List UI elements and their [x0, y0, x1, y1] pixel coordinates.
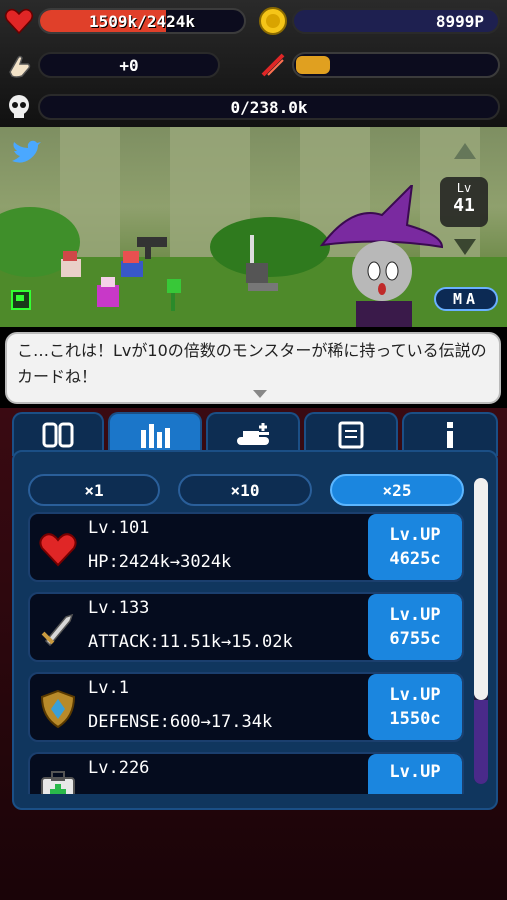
upgrade-stat: ATTACK:11.51k→15.02k	[88, 632, 293, 652]
level-up-button[interactable]: Lv.UP	[368, 754, 462, 794]
tap-power-display: +0	[38, 52, 220, 78]
tank-tab-icon	[237, 423, 269, 445]
stage-level-badge[interactable]: Lv 41	[440, 177, 488, 227]
enemy-monster[interactable]	[236, 235, 286, 295]
coin-counter: 8999P	[292, 8, 500, 34]
first-aid-kit-icon	[41, 771, 75, 794]
heart-icon	[39, 533, 77, 567]
battle-scene[interactable]: Lv 41 MA	[0, 127, 507, 327]
multiplier-x10-button[interactable]: ×10	[178, 474, 312, 506]
pointing-hand-icon	[9, 55, 31, 78]
stage-level-label: Lv	[456, 181, 472, 195]
upgrade-level: Lv.1	[88, 678, 129, 698]
boss-counter: 0/238.0k	[38, 94, 500, 120]
heart-icon	[4, 8, 34, 35]
upgrade-list-scrollbar[interactable]	[474, 478, 488, 784]
dialog-next-arrow-icon	[253, 390, 267, 398]
book-tab-icon	[338, 421, 364, 449]
level-down-arrow-icon[interactable]	[452, 237, 478, 257]
cards-tab-icon	[42, 422, 74, 448]
upgrade-level: Lv.101	[88, 518, 150, 538]
upgrade-row-attack: Lv.133 ATTACK:11.51k→15.02k Lv.UP 6755c	[28, 592, 464, 662]
level-up-label: Lv.UP	[389, 685, 441, 705]
hp-bar: 1509k/2424k	[38, 8, 246, 34]
level-up-cost: 6755c	[389, 629, 441, 649]
upgrade-stat: HP:2424k→3024k	[88, 552, 232, 572]
level-up-label: Lv.UP	[389, 525, 441, 545]
level-up-button[interactable]: Lv.UP 1550c	[368, 674, 462, 740]
upgrade-stat: DEFENSE:600→17.34k	[88, 712, 273, 732]
top-hud: 1509k/2424k 8999P +0 0/238.0k	[0, 0, 507, 127]
level-up-label: Lv.UP	[389, 762, 441, 782]
multiplier-x25-button[interactable]: ×25	[330, 474, 464, 506]
level-up-button[interactable]: Lv.UP 4625c	[368, 514, 462, 580]
upgrade-level: Lv.226	[88, 758, 150, 778]
stage-level-value: 41	[453, 195, 475, 216]
shield-icon	[40, 689, 76, 729]
dialog-box[interactable]: こ…これは！Lvが10の倍数のモンスターが稀に持っている伝説のカードね！	[5, 332, 501, 404]
twitter-icon[interactable]	[10, 139, 42, 167]
upgrade-row-hp: Lv.101 HP:2424k→3024k Lv.UP 4625c	[28, 512, 464, 582]
party-characters	[61, 237, 181, 311]
upgrade-level: Lv.133	[88, 598, 150, 618]
hp-text: 1509k/2424k	[89, 11, 195, 31]
info-tab-icon	[447, 422, 453, 448]
stats-tab-icon	[141, 424, 170, 448]
coin-icon	[259, 7, 287, 35]
level-up-label: Lv.UP	[389, 605, 441, 625]
auto-mode-toggle[interactable]: MA	[434, 287, 498, 311]
level-up-cost: 4625c	[389, 549, 441, 569]
skill-gauge-fill	[296, 56, 330, 74]
level-up-cost: 1550c	[389, 709, 441, 729]
scrollbar-thumb[interactable]	[474, 478, 488, 700]
flag-icon[interactable]	[10, 289, 32, 311]
slash-icon	[261, 53, 285, 77]
dialog-text: こ…これは！Lvが10の倍数のモンスターが稀に持っている伝説のカードね！	[17, 341, 487, 386]
sword-icon	[41, 613, 74, 647]
level-up-arrow-icon[interactable]	[452, 141, 478, 161]
level-up-button[interactable]: Lv.UP 6755c	[368, 594, 462, 660]
multiplier-x1-button[interactable]: ×1	[28, 474, 160, 506]
upgrade-row-heal: Lv.226 Lv.UP	[28, 752, 464, 794]
skull-icon	[9, 95, 29, 118]
skill-gauge	[292, 52, 500, 78]
upgrade-row-defense: Lv.1 DEFENSE:600→17.34k Lv.UP 1550c	[28, 672, 464, 742]
witch-character	[319, 185, 444, 327]
